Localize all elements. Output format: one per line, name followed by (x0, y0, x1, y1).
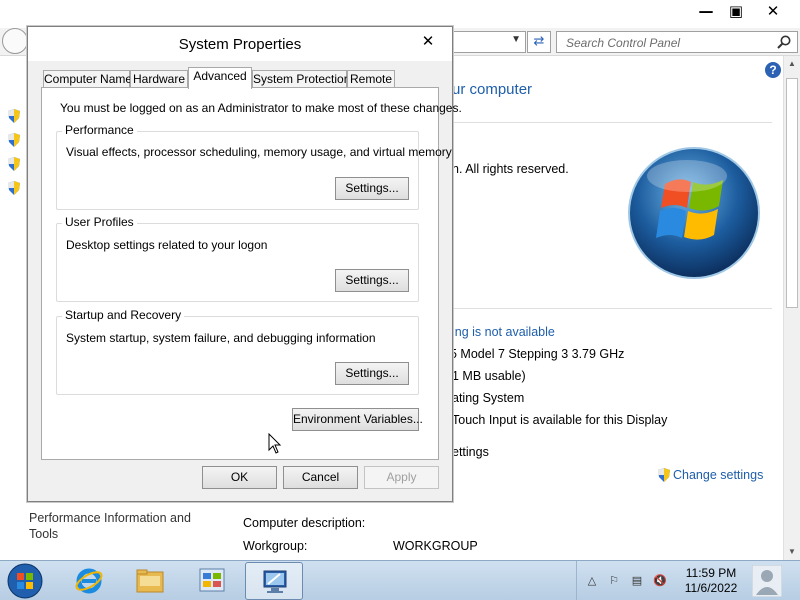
admin-note: You must be logged on as an Administrato… (60, 101, 462, 115)
volume-muted-icon[interactable]: 🔇 (653, 574, 667, 588)
scroll-up-icon[interactable]: ▲ (784, 56, 800, 72)
change-settings-link[interactable]: Change settings (657, 468, 763, 482)
copyright-text: n. All rights reserved. (452, 162, 569, 176)
dialog-titlebar[interactable]: System Properties ✕ (28, 27, 452, 61)
taskbar-system-properties[interactable] (245, 562, 303, 600)
divider (452, 308, 772, 309)
pen-touch-value: Touch Input is available for this Displa… (452, 413, 668, 427)
taskbar-control-panel[interactable] (183, 562, 241, 600)
close-icon[interactable]: ✕ (416, 31, 440, 51)
shield-icon (8, 133, 20, 147)
clock-date: 11/6/2022 (684, 581, 738, 595)
mouse-cursor-icon (268, 433, 282, 454)
close-button[interactable]: ✕ (757, 2, 789, 22)
advanced-tab-panel: You must be logged on as an Administrato… (41, 87, 462, 460)
divider (452, 122, 772, 123)
apply-button[interactable]: Apply (364, 466, 439, 489)
start-button[interactable] (6, 562, 44, 600)
system-properties-dialog: System Properties ✕ Computer Name Hardwa… (27, 26, 462, 502)
user-profiles-settings-button[interactable]: Settings... (335, 269, 409, 292)
performance-group: Performance Visual effects, processor sc… (56, 123, 452, 210)
taskbar-internet-explorer[interactable] (60, 562, 118, 600)
group-description: Visual effects, processor scheduling, me… (66, 145, 452, 159)
clock-time: 11:59 PM (685, 566, 737, 580)
windows-logo (628, 147, 760, 279)
search-icon[interactable] (776, 34, 792, 50)
page-heading: ur computer (452, 81, 533, 98)
refresh-button[interactable]: ⇄ (527, 31, 551, 53)
tab-advanced[interactable]: Advanced (188, 67, 252, 89)
group-description: Desktop settings related to your logon (66, 238, 268, 252)
tray-separator (576, 561, 577, 600)
internet-explorer-icon (75, 568, 103, 594)
activation-status[interactable]: ing is not available (452, 325, 555, 339)
user-avatar-icon[interactable] (752, 565, 782, 597)
startup-recovery-group: Startup and Recovery System startup, sys… (56, 308, 419, 395)
taskbar: △ ⚐ ▤ 🔇 11:59 PM 11/6/2022 (0, 560, 800, 600)
scroll-down-icon[interactable]: ▼ (784, 544, 800, 560)
help-icon[interactable]: ? (765, 62, 781, 78)
tab-system-protection[interactable]: System Protection (252, 70, 350, 88)
tab-hardware[interactable]: Hardware (130, 70, 188, 88)
taskbar-file-explorer[interactable] (121, 562, 179, 600)
search-placeholder: Search Control Panel (566, 36, 681, 50)
network-icon[interactable]: ▤ (630, 574, 644, 588)
environment-variables-button[interactable]: Environment Variables... (292, 408, 423, 431)
control-panel-icon (199, 568, 225, 592)
tab-remote[interactable]: Remote (347, 70, 395, 88)
shield-icon (8, 109, 20, 123)
minimize-button[interactable]: — (690, 2, 722, 22)
ok-button[interactable]: OK (202, 466, 277, 489)
workgroup-value: WORKGROUP (393, 539, 478, 553)
tab-computer-name[interactable]: Computer Name (43, 70, 132, 88)
shield-icon (658, 468, 670, 482)
change-settings-label: Change settings (673, 468, 764, 482)
shield-icon (8, 181, 20, 195)
performance-info-link[interactable]: Performance Information and Tools (29, 510, 199, 542)
settings-section-heading: ettings (452, 445, 489, 459)
shield-icon (8, 157, 20, 171)
cancel-button[interactable]: Cancel (283, 466, 358, 489)
back-button[interactable] (2, 28, 28, 54)
user-profiles-group: User Profiles Desktop settings related t… (56, 215, 419, 302)
system-properties-icon (263, 570, 287, 593)
maximize-button[interactable]: ▣ (720, 2, 752, 22)
control-panel-titlebar: — ▣ ✕ (0, 0, 800, 28)
search-input[interactable]: Search Control Panel (556, 31, 798, 53)
computer-description-label: Computer description: (243, 516, 366, 530)
system-clock[interactable]: 11:59 PM 11/6/2022 (676, 566, 746, 596)
group-description: System startup, system failure, and debu… (66, 331, 376, 345)
dialog-title: System Properties (178, 36, 302, 53)
action-center-flag-icon[interactable]: ⚐ (607, 574, 621, 588)
performance-settings-button[interactable]: Settings... (335, 177, 409, 200)
startup-recovery-settings-button[interactable]: Settings... (335, 362, 409, 385)
scrollbar-thumb[interactable] (786, 78, 798, 308)
vertical-scrollbar[interactable]: ▲ ▼ (783, 56, 800, 560)
show-hidden-icon[interactable]: △ (585, 574, 599, 588)
group-title: User Profiles (62, 215, 137, 229)
folder-icon (136, 569, 164, 593)
group-title: Performance (62, 123, 137, 137)
group-title: Startup and Recovery (62, 308, 185, 322)
ram-value: 1 MB usable) (452, 369, 526, 383)
chevron-down-icon[interactable]: ▼ (511, 34, 521, 45)
system-type-value: ating System (452, 391, 525, 405)
workgroup-label: Workgroup: (243, 539, 308, 553)
processor-value: 5 Model 7 Stepping 3 3.79 GHz (450, 347, 625, 361)
